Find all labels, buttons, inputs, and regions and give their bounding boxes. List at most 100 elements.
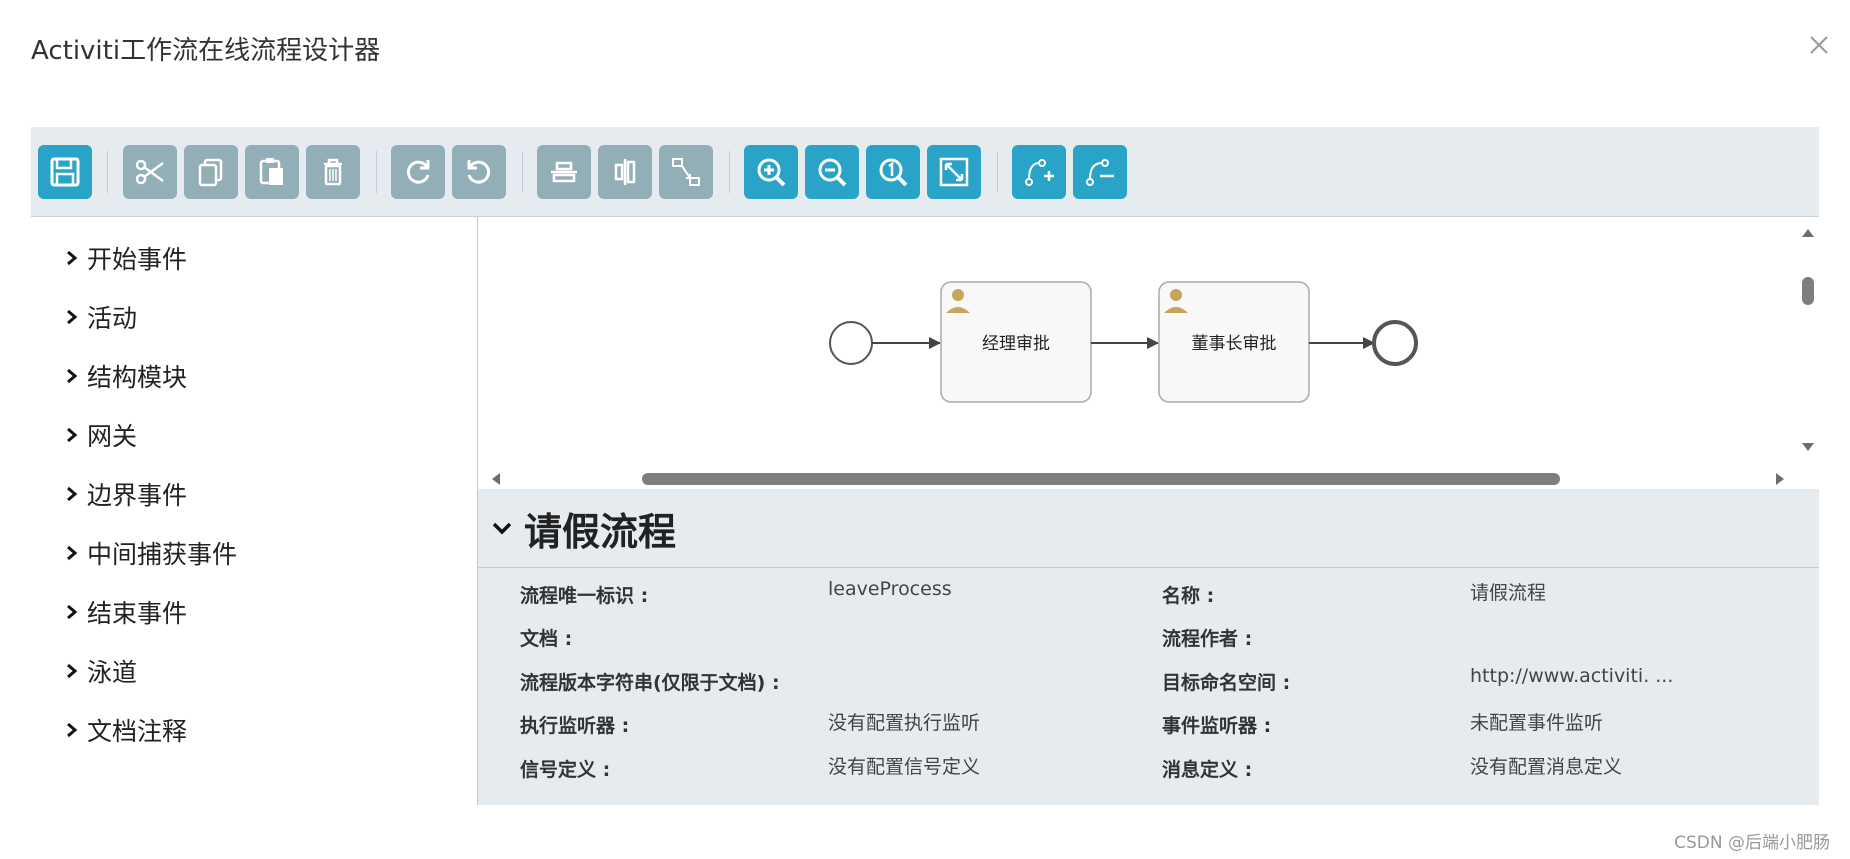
remove-bendpoint-button[interactable] — [1073, 145, 1127, 199]
prop-label-version-string: 流程版本字符串(仅限于文档) : — [520, 672, 780, 694]
chevron-right-icon — [67, 368, 78, 384]
prop-value-process-id[interactable]: leaveProcess — [828, 578, 952, 600]
shape-palette: 开始事件 活动 结构模块 网关 边界事件 中间捕获事件 结束事件 泳道 文档注释 — [31, 217, 478, 805]
properties-title: 请假流程 — [524, 509, 677, 554]
chevron-right-icon — [67, 309, 78, 325]
undo-icon — [467, 160, 491, 184]
prop-label-execution-listeners: 执行监听器 : — [520, 715, 630, 737]
save-button[interactable] — [38, 145, 92, 199]
trash-icon — [324, 158, 342, 186]
palette-item-label: 网关 — [87, 422, 138, 451]
prop-value-event-listeners[interactable]: 未配置事件监听 — [1470, 708, 1603, 735]
undo-button[interactable] — [452, 145, 506, 199]
redo-button[interactable] — [391, 145, 445, 199]
delete-button[interactable] — [306, 145, 360, 199]
chevron-down-icon — [492, 522, 512, 535]
prop-label-signal-definitions: 信号定义 : — [520, 759, 611, 781]
properties-header[interactable]: 请假流程 — [478, 489, 1819, 568]
zoom-actual-button[interactable] — [866, 145, 920, 199]
chevron-right-icon — [67, 250, 78, 266]
properties-panel: 请假流程 流程唯一标识 : leaveProcess 名称 : 请假流程 文档 … — [478, 489, 1819, 805]
close-button[interactable] — [1806, 32, 1832, 58]
zoom-in-button[interactable] — [744, 145, 798, 199]
palette-item-swimlane[interactable]: 泳道 — [65, 653, 137, 689]
palette-item-label: 活动 — [87, 304, 138, 333]
prop-value-name[interactable]: 请假流程 — [1470, 578, 1546, 605]
scroll-right-icon[interactable] — [1776, 473, 1784, 485]
remove-bendpoint-icon — [1086, 159, 1114, 186]
user-task-chairman-approval[interactable]: 董事长审批 — [1158, 281, 1310, 403]
cut-button[interactable] — [123, 145, 177, 199]
toolbar-separator — [729, 151, 730, 193]
same-size-icon — [672, 158, 700, 186]
prop-value-execution-listeners[interactable]: 没有配置执行监听 — [828, 708, 980, 735]
prop-label-name: 名称 : — [1162, 585, 1215, 607]
prop-value-target-namespace[interactable]: http://www.activiti. ... — [1470, 665, 1673, 687]
palette-item-structural[interactable]: 结构模块 — [65, 358, 187, 394]
palette-item-annotation[interactable]: 文档注释 — [65, 712, 187, 748]
chevron-right-icon — [67, 722, 78, 738]
cut-icon — [135, 159, 164, 185]
zoom-actual-icon — [879, 158, 908, 187]
zoom-out-button[interactable] — [805, 145, 859, 199]
chevron-right-icon — [67, 604, 78, 620]
copy-icon — [198, 158, 223, 187]
align-vertical-button[interactable] — [598, 145, 652, 199]
user-task-manager-approval[interactable]: 经理审批 — [940, 281, 1092, 403]
add-bendpoint-icon — [1025, 159, 1054, 186]
zoom-out-icon — [818, 158, 847, 187]
horizontal-scrollbar-thumb[interactable] — [642, 473, 1560, 485]
zoom-in-icon — [757, 158, 786, 187]
align-vertical-icon — [614, 159, 636, 185]
toolbar-separator — [997, 151, 998, 193]
toolbar-separator — [522, 151, 523, 193]
prop-label-process-id: 流程唯一标识 : — [520, 585, 649, 607]
scroll-left-icon[interactable] — [492, 473, 500, 485]
align-horizontal-icon — [551, 161, 577, 183]
diagram-canvas[interactable]: 经理审批 董事长审批 — [478, 217, 1819, 489]
palette-item-label: 结构模块 — [87, 363, 188, 392]
palette-item-label: 结束事件 — [87, 599, 188, 628]
palette-item-gateway[interactable]: 网关 — [65, 417, 137, 453]
prop-value-message-definitions[interactable]: 没有配置消息定义 — [1470, 752, 1622, 779]
paste-button[interactable] — [245, 145, 299, 199]
vertical-scrollbar-thumb[interactable] — [1802, 277, 1814, 305]
palette-item-end-event[interactable]: 结束事件 — [65, 594, 187, 630]
close-icon — [1810, 36, 1828, 54]
zoom-fit-icon — [939, 157, 969, 187]
align-horizontal-button[interactable] — [537, 145, 591, 199]
toolbar-separator — [376, 151, 377, 193]
redo-icon — [406, 160, 430, 184]
paste-icon — [259, 158, 283, 185]
modal-title: Activiti工作流在线流程设计器 — [31, 36, 381, 66]
save-icon — [50, 157, 80, 187]
scroll-up-icon[interactable] — [1802, 229, 1814, 237]
palette-item-boundary-event[interactable]: 边界事件 — [65, 476, 187, 512]
watermark: CSDN @后端小肥肠 — [1674, 833, 1830, 853]
prop-value-signal-definitions[interactable]: 没有配置信号定义 — [828, 752, 980, 779]
horizontal-scrollbar[interactable] — [478, 465, 1797, 489]
add-bendpoint-button[interactable] — [1012, 145, 1066, 199]
zoom-fit-button[interactable] — [927, 145, 981, 199]
scroll-down-icon[interactable] — [1802, 443, 1814, 451]
prop-label-target-namespace: 目标命名空间 : — [1162, 672, 1291, 694]
prop-label-message-definitions: 消息定义 : — [1162, 759, 1253, 781]
task-label: 经理审批 — [982, 334, 1050, 354]
start-event[interactable] — [829, 321, 873, 365]
prop-label-documentation: 文档 : — [520, 628, 573, 650]
palette-item-label: 中间捕获事件 — [87, 540, 238, 569]
toolbar — [31, 127, 1819, 217]
toolbar-separator — [107, 151, 108, 193]
palette-item-intermediate-catch-event[interactable]: 中间捕获事件 — [65, 535, 237, 571]
palette-item-activity[interactable]: 活动 — [65, 299, 137, 335]
copy-button[interactable] — [184, 145, 238, 199]
vertical-scrollbar[interactable] — [1797, 217, 1819, 465]
chevron-right-icon — [67, 486, 78, 502]
chevron-right-icon — [67, 663, 78, 679]
prop-label-process-author: 流程作者 : — [1162, 628, 1253, 650]
same-size-button[interactable] — [659, 145, 713, 199]
palette-item-start-event[interactable]: 开始事件 — [65, 240, 187, 276]
task-label: 董事长审批 — [1192, 334, 1277, 354]
chevron-right-icon — [67, 545, 78, 561]
end-event[interactable] — [1372, 320, 1418, 366]
